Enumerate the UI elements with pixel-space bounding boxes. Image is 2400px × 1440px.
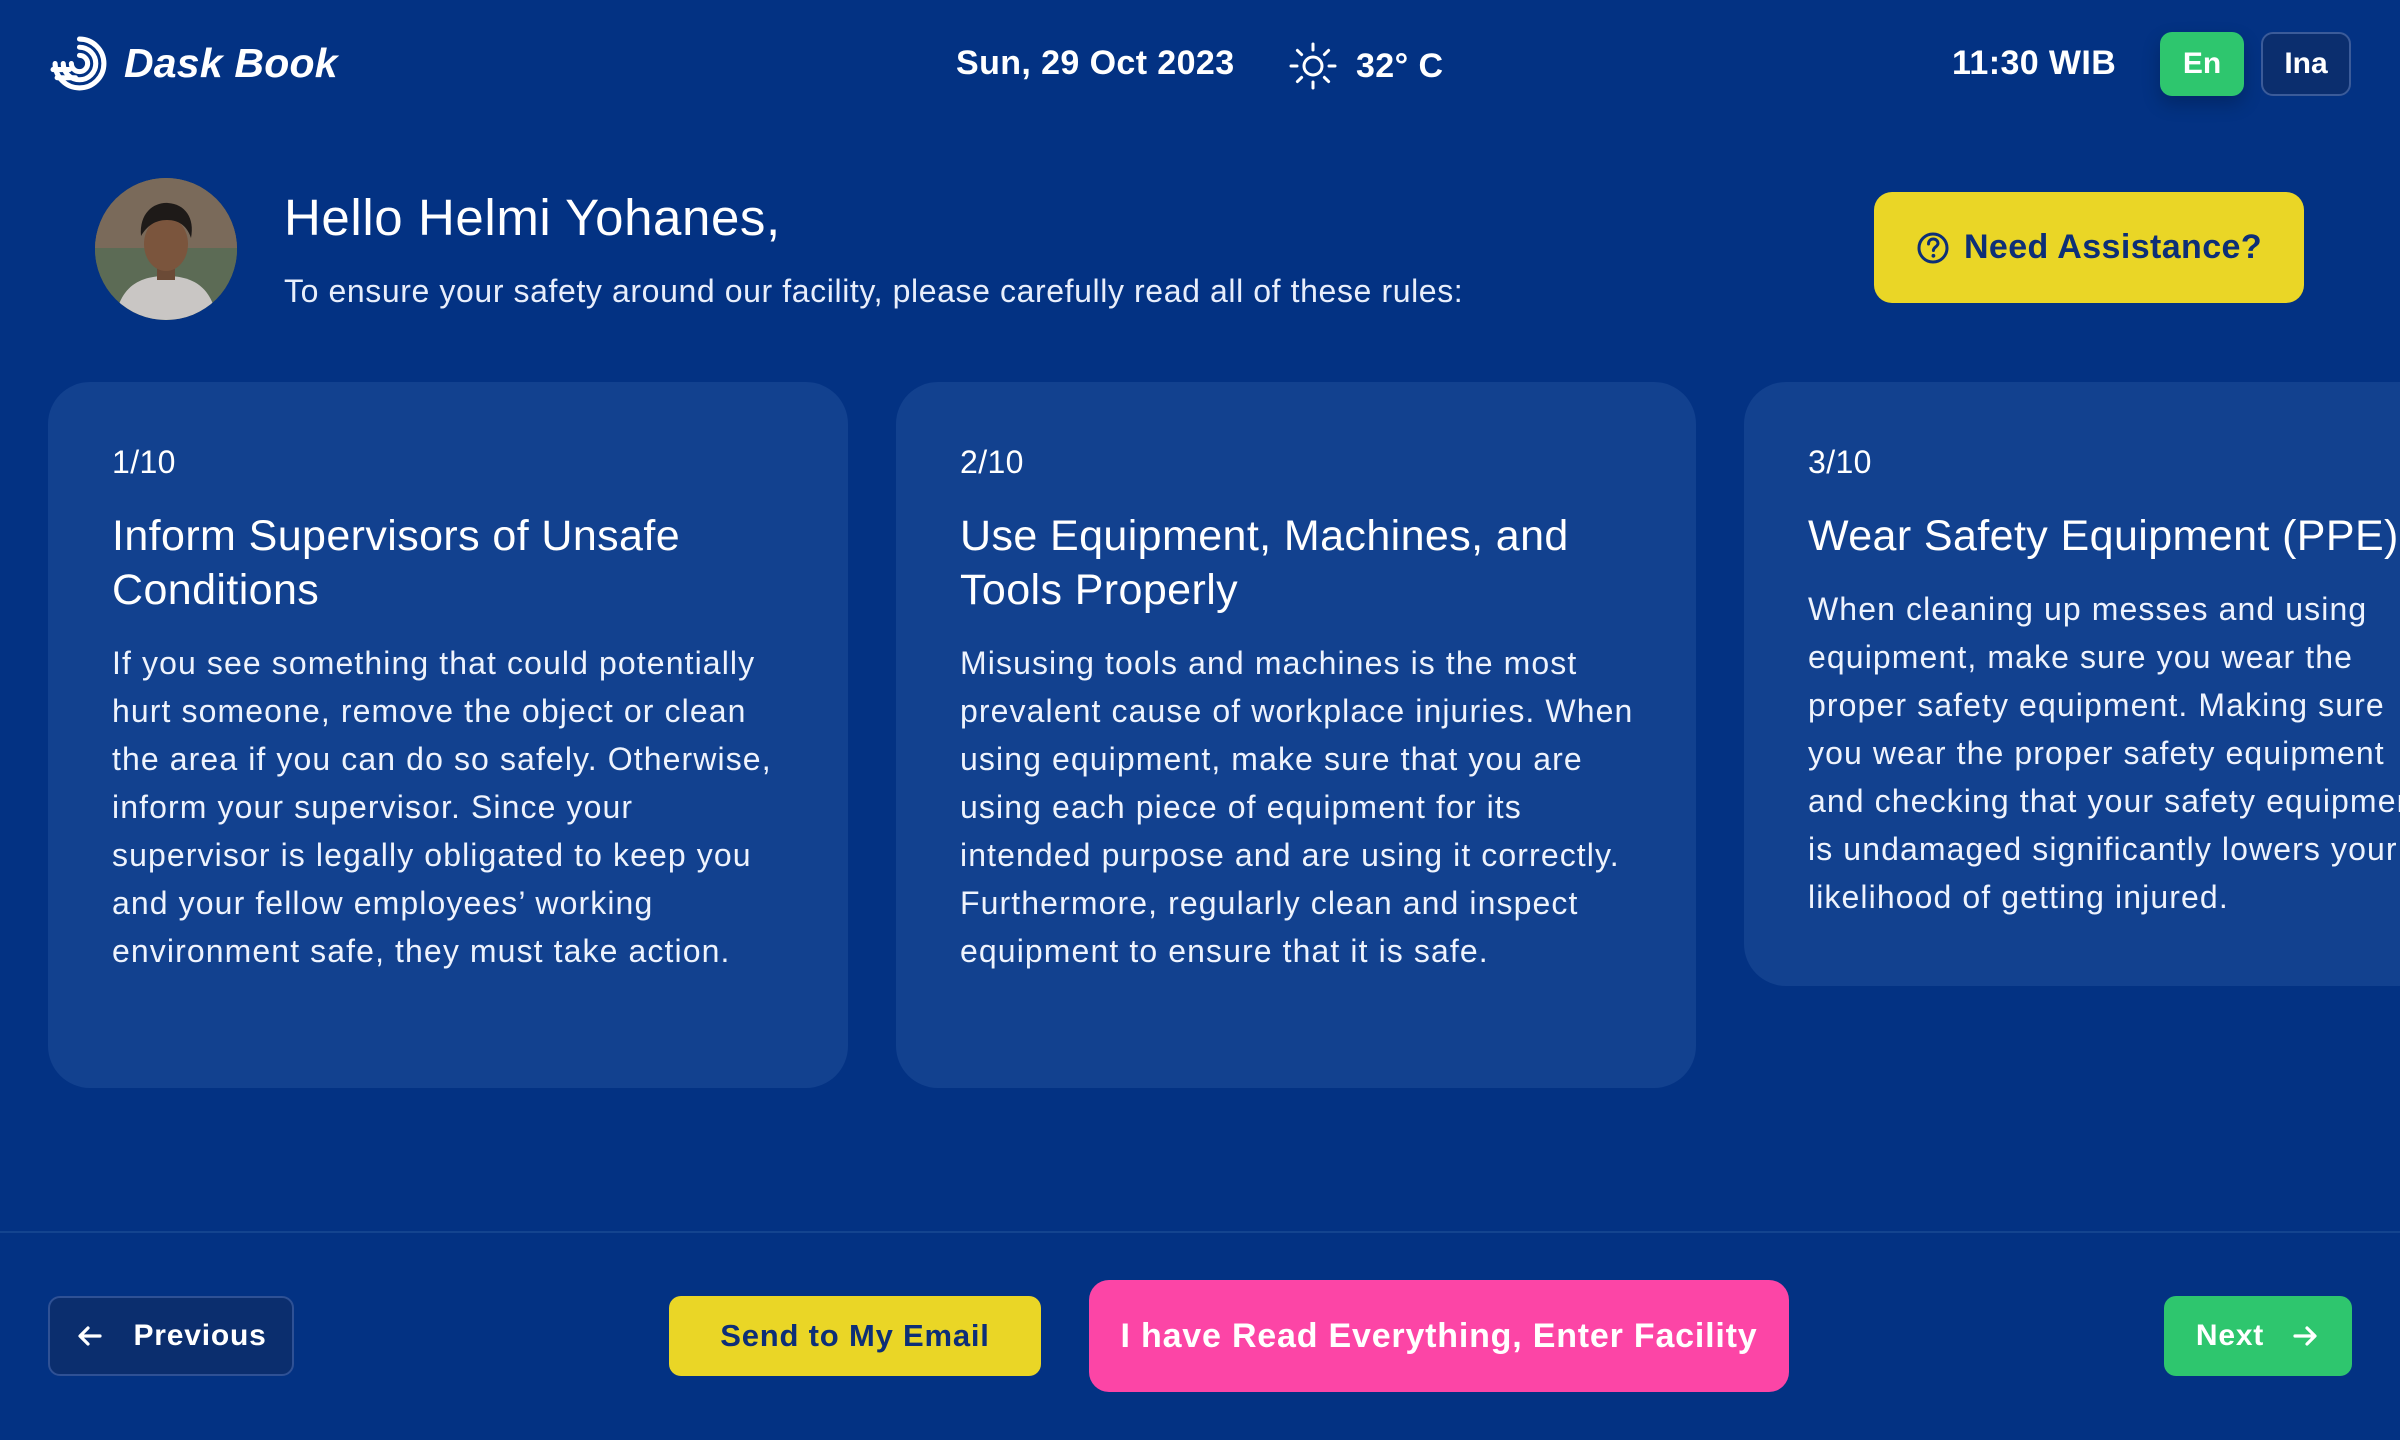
user-avatar-image: [95, 178, 237, 320]
dask-book-logo-icon: [50, 36, 107, 91]
next-label: Next: [2195, 1319, 2265, 1352]
rule-body-line: is undamaged significantly lowers your: [1808, 831, 2398, 867]
enter-facility-button[interactable]: I have Read Everything, Enter Facility: [1089, 1280, 1789, 1392]
language-en-button[interactable]: En: [2160, 32, 2244, 96]
rule-body: When cleaning up messes and using equipm…: [1808, 585, 2400, 921]
language-ina-button[interactable]: Ina: [2261, 32, 2351, 96]
rule-index: 1/10: [112, 444, 176, 480]
rule-body: If you see something that could potentia…: [112, 645, 772, 969]
rule-card: 2/10 Use Equipment, Machines, and Tools …: [896, 382, 1696, 1088]
help-circle-icon: [1917, 232, 1949, 263]
rule-body-line: equipment, make sure you wear the: [1808, 639, 2354, 675]
rule-index: 3/10: [1808, 444, 1872, 480]
rule-title: Use Equipment, Machines, and Tools Prope…: [960, 512, 1569, 614]
rules-screen: Dask Book Sun, 29 Oct 2023 32° C 11:30 W…: [0, 0, 2400, 1440]
rule-title: Wear Safety Equipment (PPE): [1808, 512, 2399, 560]
previous-label: Previous: [133, 1319, 267, 1352]
rule-title: Inform Supervisors of Unsafe Conditions: [112, 512, 681, 614]
send-to-email-button[interactable]: Send to My Email: [669, 1296, 1041, 1376]
greeting-title: Hello Helmi Yohanes,: [284, 189, 781, 246]
arrow-right-icon: [2293, 1326, 2317, 1346]
rule-body-line: proper safety equipment. Making sure: [1808, 687, 2385, 723]
greeting-subtitle: To ensure your safety around our facilit…: [284, 273, 1464, 309]
rule-card: 3/10 Wear Safety Equipment (PPE) When cl…: [1744, 382, 2400, 986]
current-time: 11:30 WIB: [1952, 44, 2117, 82]
need-assistance-button[interactable]: Need Assistance?: [1874, 192, 2304, 303]
previous-button[interactable]: Previous: [48, 1296, 294, 1376]
arrow-left-icon: [78, 1326, 103, 1346]
need-assistance-label: Need Assistance?: [1963, 228, 2263, 266]
avatar: [95, 178, 237, 320]
weather: 32° C: [1288, 41, 1443, 91]
rule-body-line: you wear the proper safety equipment: [1808, 735, 2385, 771]
current-date: Sun, 29 Oct 2023: [956, 44, 1235, 82]
rule-body: Misusing tools and machines is the most …: [960, 645, 1634, 969]
rule-card: 1/10 Inform Supervisors of Unsafe Condit…: [48, 382, 848, 1088]
next-button[interactable]: Next: [2164, 1296, 2352, 1376]
temperature: 32° C: [1356, 46, 1444, 85]
rule-body-line: and checking that your safety equipment: [1808, 783, 2400, 819]
sun-icon: [1289, 42, 1337, 90]
app-logo: Dask Book: [49, 33, 338, 94]
rule-body-line: When cleaning up messes and using: [1808, 591, 2368, 627]
rule-index: 2/10: [960, 444, 1024, 480]
rule-body-line: likelihood of getting injured.: [1808, 879, 2229, 915]
footer-divider: [0, 1231, 2400, 1233]
app-name: Dask Book: [124, 40, 338, 86]
